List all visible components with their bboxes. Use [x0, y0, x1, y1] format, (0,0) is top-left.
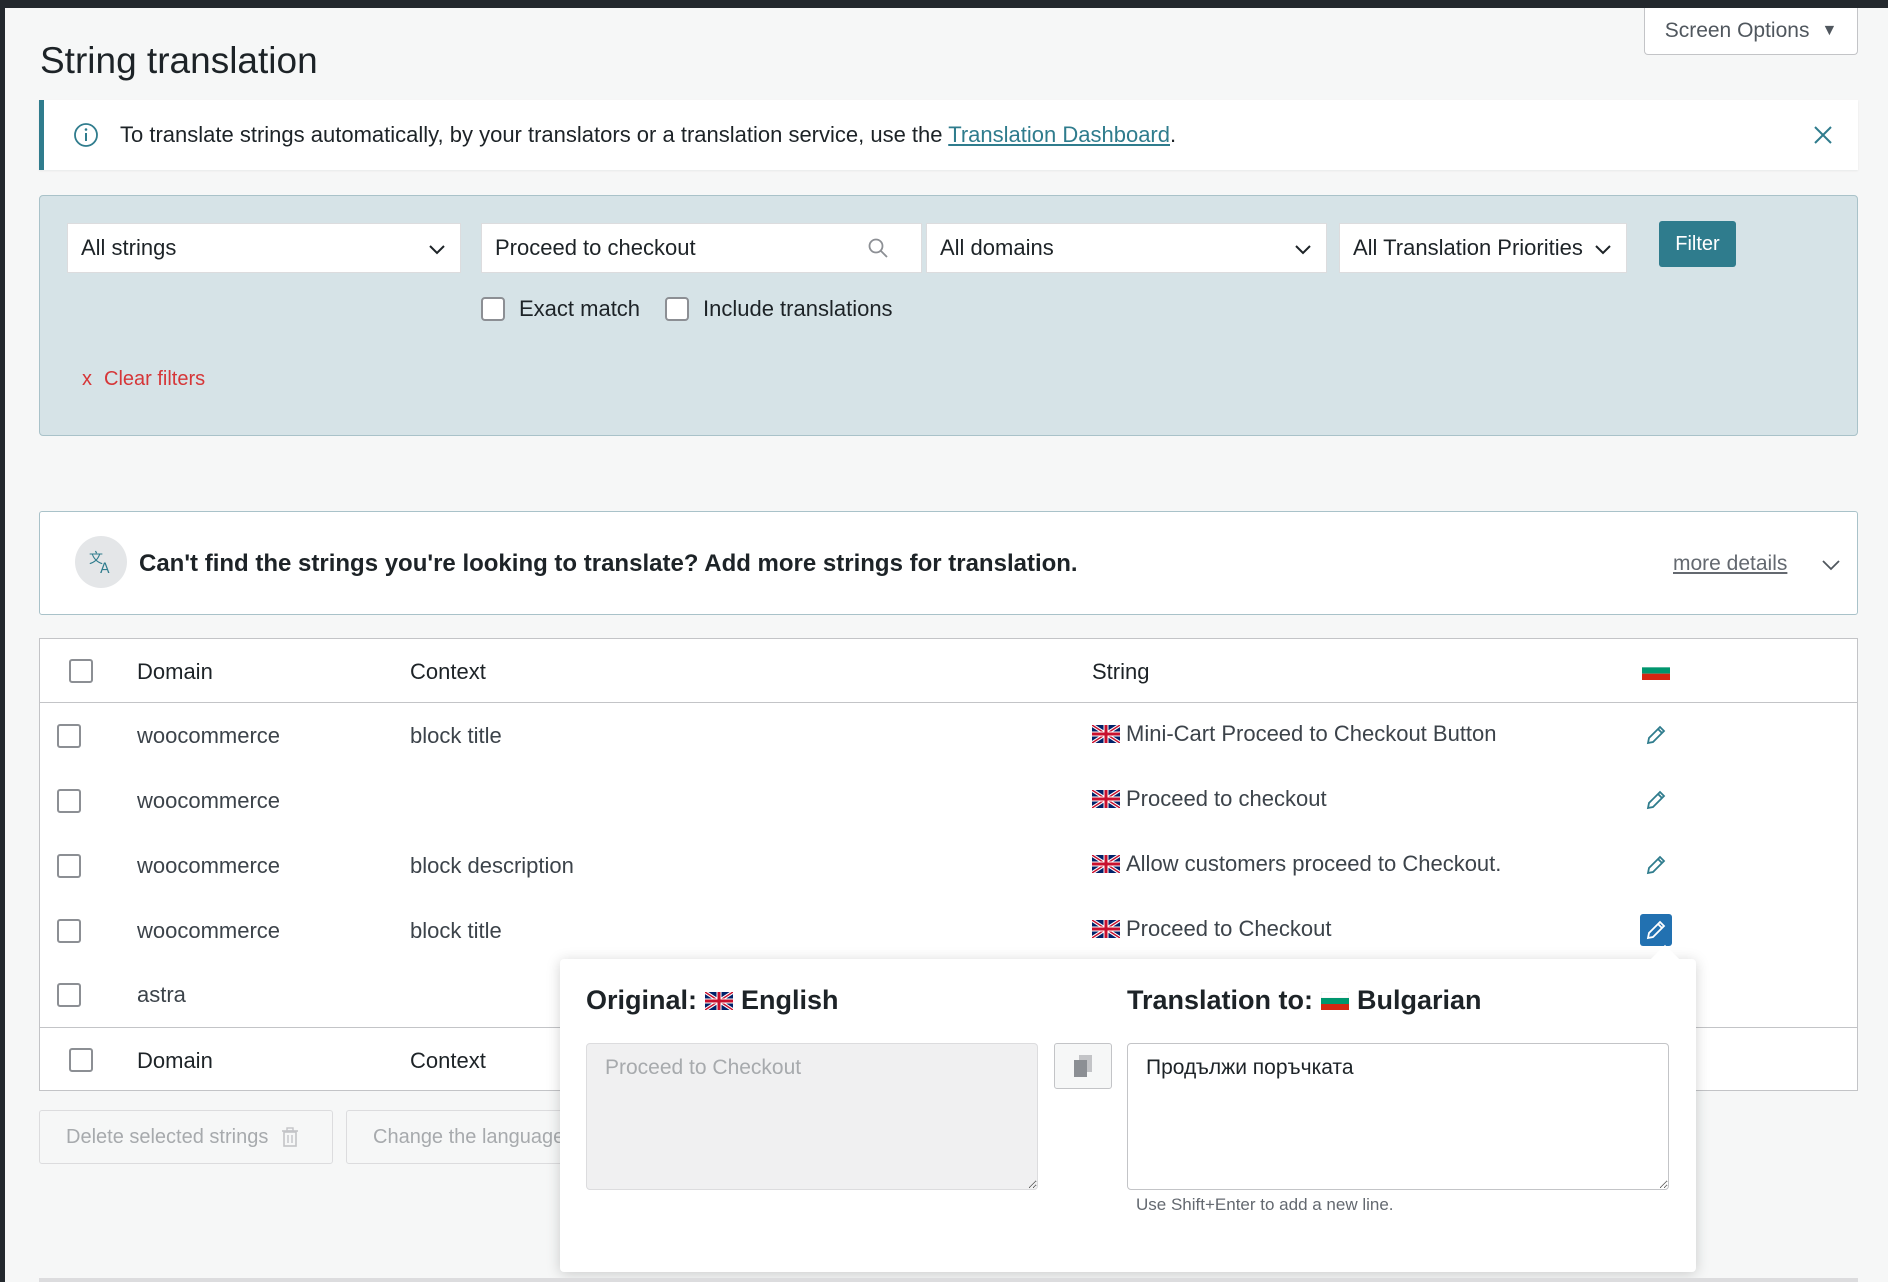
- row-checkbox[interactable]: [57, 724, 81, 748]
- bottom-divider: [39, 1278, 1858, 1282]
- chevron-down-icon: [429, 245, 445, 255]
- bulgarian-flag-icon: [1321, 991, 1350, 1010]
- edit-translation-button-active[interactable]: [1640, 914, 1672, 946]
- screen-options-button[interactable]: Screen Options ▼: [1644, 8, 1858, 55]
- add-strings-panel: 文 A Can't find the strings you're lookin…: [39, 511, 1858, 615]
- chevron-down-icon: [1295, 245, 1311, 255]
- pencil-icon: [1646, 790, 1666, 810]
- string-cell: Mini-Cart Proceed to Checkout Button: [1092, 721, 1497, 747]
- edit-translation-button[interactable]: [1640, 784, 1672, 816]
- filter-panel: All strings All domains All Translation …: [39, 195, 1858, 436]
- column-domain[interactable]: Domain: [137, 659, 213, 685]
- select-all-checkbox-footer[interactable]: [69, 1048, 93, 1072]
- close-icon[interactable]: [1810, 122, 1836, 148]
- more-details-link[interactable]: more details: [1673, 552, 1787, 576]
- table-row: woocommerce Proceed to checkout: [40, 768, 1857, 833]
- filter-button[interactable]: Filter: [1659, 221, 1736, 267]
- translation-editor-popup: Original: English Translation to: Bulgar…: [560, 944, 1696, 1272]
- chevron-down-icon[interactable]: [1820, 554, 1842, 576]
- copy-original-button[interactable]: [1054, 1043, 1112, 1089]
- bulgarian-flag-icon: [1642, 661, 1670, 680]
- uk-flag-icon: [1092, 790, 1120, 808]
- caret-down-icon: ▼: [1821, 22, 1838, 39]
- uk-flag-icon: [1092, 725, 1120, 743]
- uk-flag-icon: [705, 991, 734, 1010]
- chevron-down-icon: [1595, 245, 1611, 255]
- table-row: woocommerce block description Allow cust…: [40, 833, 1857, 898]
- priority-select[interactable]: All Translation Priorities: [1339, 223, 1627, 273]
- domain-cell: woocommerce: [137, 788, 281, 813]
- info-notice: To translate strings automatically, by y…: [39, 100, 1858, 170]
- add-strings-message: Can't find the strings you're looking to…: [139, 550, 1078, 577]
- row-checkbox[interactable]: [57, 854, 81, 878]
- admin-side-bar: [0, 0, 5, 1282]
- string-status-select[interactable]: All strings: [67, 223, 461, 273]
- svg-text:A: A: [100, 561, 110, 577]
- edit-translation-button[interactable]: [1640, 719, 1672, 751]
- pencil-icon: [1646, 725, 1666, 745]
- row-checkbox[interactable]: [57, 919, 81, 943]
- include-translations-option[interactable]: Include translations: [665, 296, 893, 322]
- newline-hint: Use Shift+Enter to add a new line.: [1136, 1195, 1394, 1214]
- context-cell: block title: [410, 918, 502, 943]
- search-input[interactable]: [481, 223, 922, 273]
- column-context-footer[interactable]: Context: [410, 1048, 486, 1074]
- domain-cell: woocommerce: [137, 918, 281, 943]
- delete-selected-strings-button[interactable]: Delete selected strings: [39, 1110, 333, 1164]
- row-checkbox[interactable]: [57, 983, 81, 1007]
- translate-icon: 文 A: [75, 536, 127, 588]
- context-cell: block description: [410, 853, 574, 878]
- uk-flag-icon: [1092, 920, 1120, 938]
- translation-header: Translation to: Bulgarian: [1127, 985, 1482, 1015]
- string-cell: Proceed to checkout: [1092, 786, 1327, 812]
- string-cell: Proceed to Checkout: [1092, 916, 1331, 942]
- domain-select[interactable]: All domains: [926, 223, 1327, 273]
- table-row: woocommerce block title Mini-Cart Procee…: [40, 703, 1857, 768]
- column-string[interactable]: String: [1092, 659, 1149, 685]
- uk-flag-icon: [1092, 855, 1120, 873]
- row-checkbox[interactable]: [57, 789, 81, 813]
- edit-translation-button[interactable]: [1640, 849, 1672, 881]
- page-title: String translation: [40, 40, 318, 81]
- screen-options-label: Screen Options: [1664, 19, 1810, 42]
- domain-cell: woocommerce: [137, 723, 281, 748]
- column-context[interactable]: Context: [410, 659, 486, 685]
- info-icon: [74, 123, 98, 147]
- pencil-icon: [1646, 855, 1666, 875]
- exact-match-checkbox[interactable]: [481, 297, 505, 321]
- column-domain-footer[interactable]: Domain: [137, 1048, 213, 1074]
- table-row: woocommerce block title Proceed to Check…: [40, 898, 1857, 963]
- pencil-icon: [1646, 920, 1666, 940]
- include-translations-checkbox[interactable]: [665, 297, 689, 321]
- clear-filters-link[interactable]: x Clear filters: [82, 368, 205, 391]
- translation-text-field[interactable]: Продължи поръчката: [1127, 1043, 1669, 1190]
- translation-dashboard-link[interactable]: Translation Dashboard: [948, 122, 1170, 147]
- trash-icon: [282, 1127, 299, 1147]
- table-header: Domain Context String: [40, 639, 1857, 703]
- string-cell: Allow customers proceed to Checkout.: [1092, 851, 1501, 877]
- context-cell: block title: [410, 723, 502, 748]
- clear-x-icon: x: [82, 368, 92, 390]
- original-header: Original: English: [586, 985, 839, 1015]
- admin-top-bar: [0, 0, 1888, 8]
- exact-match-option[interactable]: Exact match: [481, 296, 640, 322]
- search-icon[interactable]: [866, 236, 890, 260]
- original-text-field: Proceed to Checkout: [586, 1043, 1038, 1190]
- domain-cell: woocommerce: [137, 853, 281, 878]
- select-all-checkbox[interactable]: [69, 659, 93, 683]
- copy-icon: [1074, 1055, 1092, 1077]
- notice-text: To translate strings automatically, by y…: [120, 122, 1177, 147]
- domain-cell: astra: [137, 982, 186, 1007]
